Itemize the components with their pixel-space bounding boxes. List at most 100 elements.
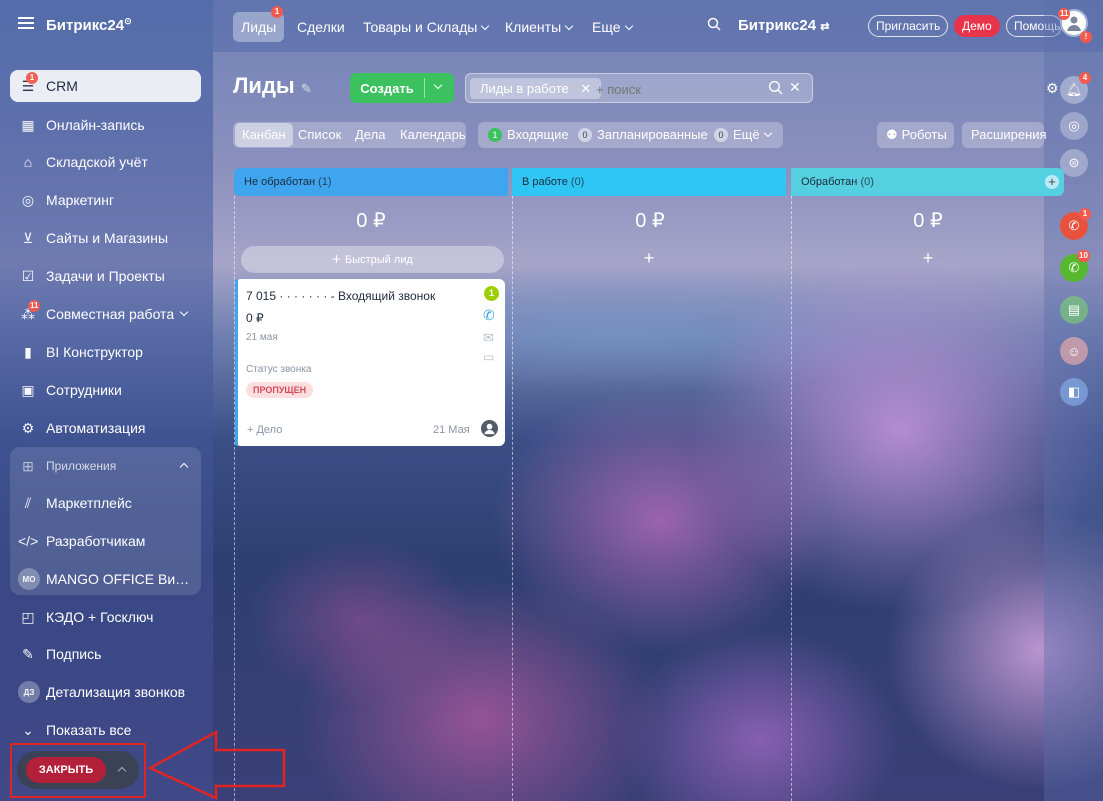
bars-icon: ▮ xyxy=(24,343,32,360)
tab-kanban[interactable]: Канбан xyxy=(235,123,293,147)
settings-toggle-icon[interactable]: ⇄ xyxy=(820,21,829,33)
chevron-down-icon xyxy=(481,21,490,31)
activity-button[interactable]: ◎ xyxy=(1060,112,1088,140)
counter-planned[interactable]: 0 Запланированные xyxy=(571,123,715,147)
sidebar-item-bi[interactable]: ▮ BI Конструктор xyxy=(10,336,201,368)
search-input[interactable] xyxy=(596,79,756,99)
menu-icon[interactable] xyxy=(18,17,34,29)
counter-badge: 0 xyxy=(714,128,728,142)
channel-button[interactable]: ◧ xyxy=(1060,378,1088,406)
sidebar-item-kedo[interactable]: ◰ КЭДО + Госключ xyxy=(10,601,201,633)
robots-button[interactable]: ⚉ Роботы xyxy=(879,123,954,147)
arrow-annotation xyxy=(147,729,286,800)
column-header-in-progress[interactable]: В работе (0) xyxy=(512,168,786,196)
tab-label: Лиды xyxy=(241,19,277,35)
sidebar-item-label: BI Конструктор xyxy=(46,344,143,360)
sidebar-item-mango[interactable]: MO MANGO OFFICE Вирт... xyxy=(10,563,201,595)
sidebar-item-signature[interactable]: ✎ Подпись xyxy=(10,638,201,670)
sidebar-item-tasks[interactable]: ☑ Задачи и Проекты xyxy=(10,260,201,292)
tab-products[interactable]: Товары и Склады xyxy=(355,12,496,42)
extensions-button[interactable]: Расширения xyxy=(964,123,1054,147)
sidebar-item-crm[interactable]: ☰ 1 CRM xyxy=(10,70,201,102)
create-button[interactable]: Создать xyxy=(350,73,454,103)
app-icon: ▤ xyxy=(1067,302,1081,317)
contact-avatar[interactable]: ☺ xyxy=(1060,337,1088,365)
tab-activities[interactable]: Дела xyxy=(348,123,392,147)
robot-icon: ⚙ xyxy=(21,419,35,436)
tab-label: Товары и Склады xyxy=(363,19,478,35)
add-column-icon[interactable]: + xyxy=(1045,175,1059,189)
column-header-new[interactable]: Не обработан (1) xyxy=(234,168,508,196)
sidebar-logo[interactable]: Битрикс24⊙ xyxy=(46,16,132,34)
marketplace-icon: ⫽ xyxy=(24,494,32,511)
phone-icon: ✆ xyxy=(1068,260,1080,275)
sidebar-item-label: Совместная работа xyxy=(46,306,175,322)
filter-search[interactable]: Лиды в работе ✕ ✕ xyxy=(465,73,813,103)
gear-icon[interactable]: ⚙ xyxy=(1046,80,1059,97)
bell-icon: 🔔︎ xyxy=(1065,82,1083,97)
counter-more[interactable]: 0 Ещё xyxy=(707,123,778,147)
chevron-down-icon[interactable] xyxy=(179,307,189,317)
search-icon[interactable] xyxy=(707,17,721,31)
email-icon[interactable]: ✉ xyxy=(483,330,494,346)
lead-card[interactable]: 7 015 · · · · · · · - Входящий звонок 1 … xyxy=(235,279,505,446)
sidebar-item-marketing[interactable]: ◎ Маркетинг xyxy=(10,184,201,216)
tab-clients[interactable]: Клиенты xyxy=(497,12,580,42)
sidebar-item-marketplace[interactable]: ⫽ Маркетплейс xyxy=(10,487,201,519)
avatar[interactable]: 11 ! xyxy=(1058,8,1092,43)
notifications-button[interactable]: 🔔︎ 4 xyxy=(1060,72,1091,104)
column-count: (0) xyxy=(860,176,874,188)
responsible-avatar[interactable] xyxy=(481,420,498,437)
tab-calendar[interactable]: Календарь xyxy=(393,123,473,147)
tab-leads[interactable]: Лиды 1 xyxy=(233,6,285,42)
chevron-down-icon[interactable] xyxy=(433,80,443,90)
collab-badge: 11 xyxy=(28,299,41,312)
column-name: Не обработан xyxy=(244,176,316,188)
close-button[interactable]: ЗАКРЫТЬ xyxy=(26,757,106,783)
quick-lead-button[interactable]: + Быстрый лид xyxy=(241,246,504,273)
robots-label: Роботы xyxy=(901,127,947,142)
create-label: Создать xyxy=(360,80,414,96)
column-sum: 0 ₽ xyxy=(356,210,386,232)
sidebar-item-collab[interactable]: ⁂ 11 Совместная работа xyxy=(10,298,201,330)
phone-icon[interactable]: ✆ xyxy=(483,307,495,324)
demo-button[interactable]: Демо xyxy=(954,15,1000,37)
sidebar-item-automation[interactable]: ⚙ Автоматизация xyxy=(10,412,201,444)
sidebar-item-developers[interactable]: </> Разработчикам xyxy=(10,525,201,557)
add-lead-in-progress-button[interactable]: + xyxy=(634,248,664,269)
clear-icon[interactable]: ✕ xyxy=(789,79,801,96)
close-icon[interactable]: ✕ xyxy=(580,81,591,96)
card-title[interactable]: 7 015 · · · · · · · - Входящий звонок xyxy=(246,289,471,303)
chat-button[interactable]: ⊜ xyxy=(1060,149,1088,177)
column-sum: 0 ₽ xyxy=(635,210,665,232)
sidebar-item-label: Сотрудники xyxy=(46,382,122,398)
search-icon[interactable] xyxy=(768,80,783,98)
sidebar-item-call-details[interactable]: ДЗ Детализация звонков xyxy=(10,676,201,708)
tab-more[interactable]: Еще xyxy=(584,12,640,42)
tab-deals[interactable]: Сделки xyxy=(289,12,353,42)
brand[interactable]: Битрикс24 ⇄ xyxy=(738,17,829,34)
chevron-up-icon[interactable] xyxy=(179,462,189,472)
chat-icon[interactable]: ▭ xyxy=(483,350,494,364)
column-count: (1) xyxy=(318,176,332,188)
sidebar-item-employees[interactable]: ▣ Сотрудники xyxy=(10,374,201,406)
target-icon: ◎ xyxy=(21,191,35,208)
missed-calls-button[interactable]: ✆ 1 xyxy=(1060,208,1091,240)
column-header-processed[interactable]: Обработан (0) xyxy=(791,168,1064,196)
sidebar-item-sites[interactable]: ⊻ Сайты и Магазины xyxy=(10,222,201,254)
app-button[interactable]: ▤ xyxy=(1060,296,1088,324)
tab-list[interactable]: Список xyxy=(291,123,348,147)
sidebar-apps-header[interactable]: ⊞ Приложения xyxy=(10,450,201,482)
sidebar-item-online-booking[interactable]: ▦ Онлайн-запись xyxy=(10,109,201,141)
chevron-up-icon[interactable] xyxy=(117,766,127,776)
counter-incoming[interactable]: 1 Входящие xyxy=(481,123,576,147)
calls-button[interactable]: ✆ 10 xyxy=(1060,250,1090,282)
invite-button[interactable]: Пригласить xyxy=(868,15,949,37)
filter-chip[interactable]: Лиды в работе ✕ xyxy=(470,78,602,99)
sidebar-item-warehouse[interactable]: ⌂ Складской учёт xyxy=(10,146,201,178)
add-lead-processed-button[interactable]: + xyxy=(913,248,943,269)
calls-badge: 10 xyxy=(1077,250,1090,262)
add-activity-button[interactable]: + Дело xyxy=(247,424,282,436)
pin-icon[interactable]: ✎ xyxy=(301,81,312,96)
counter-label: Входящие xyxy=(507,127,569,142)
